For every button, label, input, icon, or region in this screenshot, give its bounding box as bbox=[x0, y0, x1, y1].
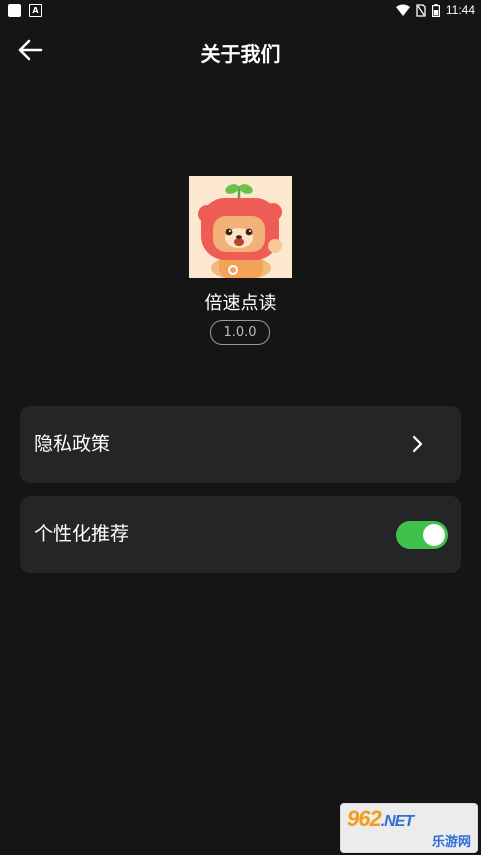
watermark-logo: 962.NET 乐游网 bbox=[340, 803, 478, 853]
top-app-bar: 关于我们 bbox=[0, 28, 481, 72]
privacy-policy-label: 隐私政策 bbox=[34, 433, 111, 455]
page-title: 关于我们 bbox=[200, 42, 281, 66]
wifi-icon bbox=[395, 4, 410, 16]
status-bar-right: 11:44 bbox=[395, 3, 475, 17]
app-name: 倍速点读 bbox=[204, 293, 277, 314]
watermark-main: 962.NET bbox=[347, 806, 414, 832]
a-notification-icon: A bbox=[29, 4, 42, 17]
watermark-suffix: .NET bbox=[380, 813, 414, 830]
toggle-knob bbox=[423, 524, 445, 546]
personalized-recommendation-label: 个性化推荐 bbox=[34, 523, 130, 545]
privacy-policy-row[interactable]: 隐私政策 bbox=[20, 406, 461, 483]
notification-icon bbox=[8, 4, 21, 17]
chevron-right-icon bbox=[412, 435, 423, 453]
app-logo bbox=[189, 176, 292, 278]
watermark-sub: 乐游网 bbox=[431, 835, 471, 850]
no-sim-icon bbox=[416, 3, 426, 17]
battery-icon bbox=[431, 3, 440, 17]
status-bar-left: A bbox=[8, 4, 42, 17]
status-time: 11:44 bbox=[445, 3, 475, 17]
personalized-recommendation-toggle[interactable] bbox=[396, 521, 448, 549]
status-bar: A 11:44 bbox=[0, 0, 481, 22]
watermark-number: 962 bbox=[347, 806, 382, 831]
version-badge: 1.0.0 bbox=[210, 320, 270, 345]
personalized-recommendation-row: 个性化推荐 bbox=[20, 496, 461, 573]
